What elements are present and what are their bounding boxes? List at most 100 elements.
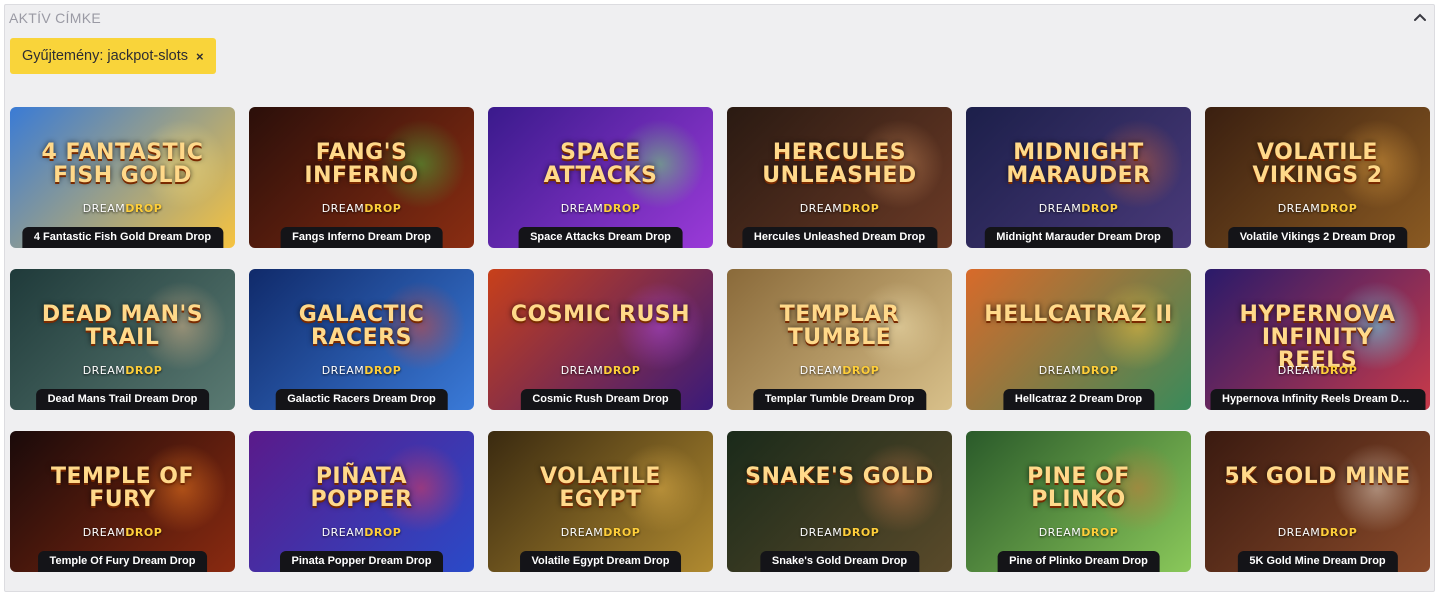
- game-title-label: Midnight Marauder Dream Drop: [984, 227, 1173, 248]
- dream-drop-logo: DREAMDROP: [727, 526, 952, 539]
- dream-drop-logo: DREAMDROP: [1205, 202, 1430, 215]
- game-title-label: Fangs Inferno Dream Drop: [280, 227, 443, 248]
- dream-drop-logo: DREAMDROP: [727, 364, 952, 377]
- dream-drop-logo-part: DREAM: [321, 526, 365, 539]
- section-title: AKTÍV CÍMKE: [9, 10, 101, 26]
- dream-drop-logo: DREAMDROP: [966, 364, 1191, 377]
- game-tile[interactable]: MIDNIGHT MARAUDER DREAMDROP Midnight Marau…: [966, 107, 1191, 248]
- dream-drop-logo-part: DROP: [1081, 202, 1119, 215]
- game-title-label: Cosmic Rush Dream Drop: [520, 389, 681, 410]
- dream-drop-logo-part: DROP: [1081, 526, 1119, 539]
- dream-drop-logo-part: DREAM: [1277, 202, 1321, 215]
- game-tile[interactable]: TEMPLAR TUMBLE DREAMDROP Templar Tumble Dr…: [727, 269, 952, 410]
- dream-drop-logo-part: DROP: [125, 526, 163, 539]
- game-title-label: Hercules Unleashed Dream Drop: [741, 227, 938, 248]
- dream-drop-logo: DREAMDROP: [249, 364, 474, 377]
- dream-drop-logo-part: DROP: [1081, 364, 1119, 377]
- game-tile[interactable]: HYPERNOVA INFINITY REELS DREAMDROP Hyperno…: [1205, 269, 1430, 410]
- game-tile[interactable]: TEMPLE OF FURY DREAMDROP Temple Of Fury Dr…: [10, 431, 235, 572]
- dream-drop-logo-part: DREAM: [799, 202, 843, 215]
- game-tile[interactable]: FANG'S INFERNO DREAMDROP Fangs Inferno Dre…: [249, 107, 474, 248]
- dream-drop-logo-part: DREAM: [82, 202, 126, 215]
- game-logo-text: PINE OF PLINKO: [1027, 464, 1130, 512]
- game-tile[interactable]: HERCULES UNLEASHED DREAMDROP Hercules Unle…: [727, 107, 952, 248]
- game-logo-text: TEMPLAR TUMBLE: [779, 302, 900, 350]
- game-tile[interactable]: DEAD MAN'S TRAIL DREAMDROP Dead Mans Trail…: [10, 269, 235, 410]
- game-title-label: Volatile Vikings 2 Dream Drop: [1227, 227, 1408, 248]
- dream-drop-logo-part: DREAM: [1277, 526, 1321, 539]
- dream-drop-logo-part: DROP: [125, 364, 163, 377]
- game-title-label: Galactic Racers Dream Drop: [275, 389, 448, 410]
- game-title-label: Volatile Egypt Dream Drop: [519, 551, 682, 572]
- dream-drop-logo-part: DROP: [603, 526, 641, 539]
- game-logo-text: DEAD MAN'S TRAIL: [41, 302, 204, 350]
- game-logo-text: HYPERNOVA INFINITY REELS: [1239, 302, 1396, 373]
- game-logo-text: VOLATILE EGYPT: [540, 464, 661, 512]
- dream-drop-logo: DREAMDROP: [1205, 364, 1430, 377]
- game-logo-text: VOLATILE VIKINGS 2: [1252, 140, 1383, 188]
- game-tile[interactable]: HELLCATRAZ II DREAMDROP Hellcatraz 2 Dream…: [966, 269, 1191, 410]
- dream-drop-logo: DREAMDROP: [966, 526, 1191, 539]
- game-title-label: Hellcatraz 2 Dream Drop: [1002, 389, 1155, 410]
- game-tile[interactable]: PIÑATA POPPER DREAMDROP Pinata Popper Drea…: [249, 431, 474, 572]
- chevron-up-icon[interactable]: [1412, 9, 1428, 25]
- dream-drop-logo-part: DREAM: [799, 526, 843, 539]
- dream-drop-logo-part: DREAM: [1038, 202, 1082, 215]
- game-tile[interactable]: GALACTIC RACERS DREAMDROP Galactic Racers …: [249, 269, 474, 410]
- game-title-label: Templar Tumble Dream Drop: [752, 389, 927, 410]
- game-tile[interactable]: COSMIC RUSH DREAMDROP Cosmic Rush Dream Dr…: [488, 269, 713, 410]
- dream-drop-logo-part: DROP: [364, 202, 402, 215]
- game-title-label: 5K Gold Mine Dream Drop: [1237, 551, 1398, 572]
- game-tile[interactable]: 4 FANTASTIC FISH GOLD DREAMDROP 4 Fantasti…: [10, 107, 235, 248]
- game-logo-text: HELLCATRAZ II: [984, 302, 1173, 327]
- dream-drop-logo: DREAMDROP: [249, 526, 474, 539]
- dream-drop-logo: DREAMDROP: [249, 202, 474, 215]
- game-logo-text: SPACE ATTACKS: [543, 140, 658, 188]
- game-logo-text: TEMPLE OF FURY: [51, 464, 194, 512]
- game-tile[interactable]: PINE OF PLINKO DREAMDROP Pine of Plinko Dr…: [966, 431, 1191, 572]
- dream-drop-logo-part: DREAM: [560, 364, 604, 377]
- dream-drop-logo: DREAMDROP: [488, 526, 713, 539]
- game-title-label: Dead Mans Trail Dream Drop: [35, 389, 210, 410]
- game-logo-text: FANG'S INFERNO: [304, 140, 419, 188]
- game-title-label: Snake's Gold Dream Drop: [759, 551, 920, 572]
- game-title-label: Pine of Plinko Dream Drop: [997, 551, 1160, 572]
- dream-drop-logo-part: DROP: [1320, 202, 1358, 215]
- dream-drop-logo-part: DROP: [603, 202, 641, 215]
- game-tile[interactable]: SPACE ATTACKS DREAMDROP Space Attacks Drea…: [488, 107, 713, 248]
- dream-drop-logo-part: DROP: [125, 202, 163, 215]
- game-grid: 4 FANTASTIC FISH GOLD DREAMDROP 4 Fantasti…: [10, 107, 1431, 574]
- game-tile[interactable]: VOLATILE EGYPT DREAMDROP Volatile Egypt Dr…: [488, 431, 713, 572]
- dream-drop-logo-part: DROP: [842, 202, 880, 215]
- dream-drop-logo: DREAMDROP: [488, 364, 713, 377]
- dream-drop-logo-part: DREAM: [321, 202, 365, 215]
- game-title-label: Temple Of Fury Dream Drop: [37, 551, 208, 572]
- filter-chip-collection[interactable]: Gyűjtemény: jackpot-slots ×: [10, 38, 216, 74]
- dream-drop-logo-part: DREAM: [82, 364, 126, 377]
- game-title-label: Space Attacks Dream Drop: [518, 227, 683, 248]
- dream-drop-logo-part: DREAM: [1038, 526, 1082, 539]
- dream-drop-logo-part: DREAM: [560, 526, 604, 539]
- game-title-label: 4 Fantastic Fish Gold Dream Drop: [21, 227, 224, 248]
- dream-drop-logo-part: DREAM: [560, 202, 604, 215]
- game-title-label: Hypernova Infinity Reels Dream Drop: [1210, 389, 1425, 410]
- game-logo-text: GALACTIC RACERS: [298, 302, 425, 350]
- game-tile[interactable]: SNAKE'S GOLD DREAMDROP Snake's Gold Dream …: [727, 431, 952, 572]
- game-tile[interactable]: VOLATILE VIKINGS 2 DREAMDROP Volatile Viki…: [1205, 107, 1430, 248]
- dream-drop-logo-part: DREAM: [82, 526, 126, 539]
- game-tile[interactable]: 5K GOLD MINE DREAMDROP 5K Gold Mine Dream …: [1205, 431, 1430, 572]
- dream-drop-logo-part: DREAM: [1277, 364, 1321, 377]
- dream-drop-logo: DREAMDROP: [727, 202, 952, 215]
- dream-drop-logo: DREAMDROP: [10, 202, 235, 215]
- dream-drop-logo-part: DROP: [1320, 364, 1358, 377]
- game-title-label: Pinata Popper Dream Drop: [279, 551, 444, 572]
- dream-drop-logo-part: DROP: [364, 364, 402, 377]
- filter-chip-label: Gyűjtemény: jackpot-slots: [22, 48, 189, 64]
- dream-drop-logo-part: DROP: [842, 526, 880, 539]
- dream-drop-logo: DREAMDROP: [1205, 526, 1430, 539]
- game-logo-text: PIÑATA POPPER: [310, 464, 413, 512]
- panel-header[interactable]: AKTÍV CÍMKE: [5, 5, 1434, 31]
- close-icon[interactable]: ×: [196, 49, 204, 64]
- game-logo-text: 5K GOLD MINE: [1224, 464, 1411, 489]
- game-logo-text: MIDNIGHT MARAUDER: [1006, 140, 1151, 188]
